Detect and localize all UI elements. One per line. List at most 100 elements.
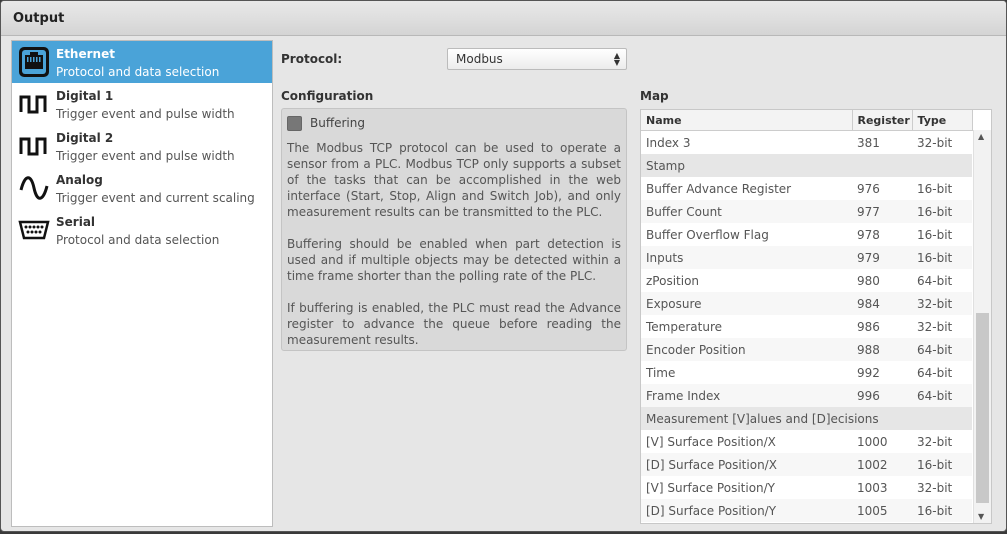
cell-name: Index 3 — [641, 130, 852, 154]
cell-name: Frame Index — [641, 384, 852, 407]
cell-type: 32-bit — [912, 476, 972, 499]
sidebar-item-label: Digital 1 — [56, 89, 114, 103]
sidebar-item-desc: Protocol and data selection — [56, 233, 220, 247]
cell-type: 32-bit — [912, 130, 972, 154]
cell-type: 64-bit — [912, 384, 972, 407]
cell-name: Temperature — [641, 315, 852, 338]
table-row[interactable]: [V] Surface Position/X 1000 32-bit — [641, 430, 972, 453]
cell-register: 992 — [852, 361, 912, 384]
cell-name: zPosition — [641, 269, 852, 292]
cell-register: 980 — [852, 269, 912, 292]
sidebar-item-serial[interactable]: Serial Protocol and data selection — [12, 209, 272, 251]
table-row[interactable]: Encoder Position 988 64-bit — [641, 338, 972, 361]
sidebar-item-desc: Trigger event and pulse width — [56, 107, 235, 121]
cell-name: Encoder Position — [641, 338, 852, 361]
map-table-container[interactable]: Name Register Type Index 3 381 32-bit Stamp… — [640, 109, 992, 524]
config-description-1: The Modbus TCP protocol can be used to o… — [287, 141, 621, 219]
cell-type: 16-bit — [912, 453, 972, 476]
column-header-name[interactable]: Name — [641, 110, 853, 131]
table-row[interactable]: Buffer Count 977 16-bit — [641, 200, 972, 223]
cell-type: 64-bit — [912, 338, 972, 361]
sidebar-item-analog[interactable]: Analog Trigger event and current scaling — [12, 167, 272, 209]
window-title: Output — [1, 1, 1006, 36]
cell-type: 64-bit — [912, 361, 972, 384]
buffering-label: Buffering — [310, 116, 365, 130]
cell-name: Inputs — [641, 246, 852, 269]
output-window: Output Ethernet Protocol and data select… — [0, 0, 1007, 532]
table-row[interactable]: Buffer Advance Register 976 16-bit — [641, 177, 972, 200]
sidebar-item-desc: Trigger event and current scaling — [56, 191, 255, 205]
map-title: Map — [640, 89, 669, 103]
table-row[interactable]: Inputs 979 16-bit — [641, 246, 972, 269]
cell-register: 977 — [852, 200, 912, 223]
cell-type: 16-bit — [912, 499, 972, 522]
table-row[interactable]: Exposure 984 32-bit — [641, 292, 972, 315]
map-table-body: Index 3 381 32-bit Stamp Buffer Advance Regi… — [641, 130, 972, 522]
map-scrollbar[interactable]: ▲ ▼ — [973, 130, 991, 523]
scroll-up-icon[interactable]: ▲ — [978, 132, 984, 141]
select-arrows-icon: ▲ ▼ — [613, 51, 620, 67]
cell-register: 1002 — [852, 453, 912, 476]
cell-register: 1003 — [852, 476, 912, 499]
configuration-title: Configuration — [281, 89, 374, 103]
sidebar-item-label: Digital 2 — [56, 131, 114, 145]
cell-name: [V] Surface Position/X — [641, 430, 852, 453]
config-description-2: Buffering should be enabled when part de… — [287, 237, 621, 283]
sidebar-item-label: Analog — [56, 173, 103, 187]
table-row[interactable]: Index 3 381 32-bit — [641, 130, 972, 154]
table-row[interactable]: Temperature 986 32-bit — [641, 315, 972, 338]
cell-name: Exposure — [641, 292, 852, 315]
buffering-checkbox[interactable] — [287, 115, 302, 131]
protocol-select-value: Modbus — [456, 52, 503, 66]
map-table: Name Register Type Index 3 381 32-bit Stamp… — [641, 110, 973, 522]
cell-register: 984 — [852, 292, 912, 315]
table-row[interactable]: Buffer Overflow Flag 978 16-bit — [641, 223, 972, 246]
cell-name: [D] Surface Position/Y — [641, 499, 852, 522]
sidebar-item-desc: Trigger event and pulse width — [56, 149, 235, 163]
group-label: Stamp — [641, 154, 972, 177]
cell-type: 16-bit — [912, 177, 972, 200]
serial-port-icon — [16, 212, 52, 248]
table-row[interactable]: [V] Surface Position/Y 1003 32-bit — [641, 476, 972, 499]
ethernet-icon — [16, 44, 52, 80]
column-header-register[interactable]: Register — [852, 110, 913, 131]
sidebar-item-digital-1[interactable]: Digital 1 Trigger event and pulse width — [12, 83, 272, 125]
cell-register: 1005 — [852, 499, 912, 522]
configuration-panel: Buffering The Modbus TCP protocol can be… — [281, 108, 627, 351]
sidebar-item-digital-2[interactable]: Digital 2 Trigger event and pulse width — [12, 125, 272, 167]
cell-register: 381 — [852, 130, 912, 154]
cell-register: 979 — [852, 246, 912, 269]
table-group-row[interactable]: Stamp — [641, 154, 972, 177]
scroll-down-icon[interactable]: ▼ — [978, 512, 984, 521]
group-label: Measurement [V]alues and [D]ecisions — [641, 407, 972, 430]
cell-type: 32-bit — [912, 430, 972, 453]
cell-register: 986 — [852, 315, 912, 338]
table-row[interactable]: [D] Surface Position/Y 1005 16-bit — [641, 499, 972, 522]
sidebar-item-label: Serial — [56, 215, 96, 229]
cell-type: 64-bit — [912, 269, 972, 292]
cell-type: 16-bit — [912, 246, 972, 269]
cell-register: 1000 — [852, 430, 912, 453]
cell-type: 16-bit — [912, 200, 972, 223]
cell-register: 976 — [852, 177, 912, 200]
pulse-icon — [16, 128, 52, 164]
table-row[interactable]: Frame Index 996 64-bit — [641, 384, 972, 407]
cell-type: 32-bit — [912, 315, 972, 338]
table-row[interactable]: zPosition 980 64-bit — [641, 269, 972, 292]
cell-name: [V] Surface Position/Y — [641, 476, 852, 499]
table-group-row[interactable]: Measurement [V]alues and [D]ecisions — [641, 407, 972, 430]
table-row[interactable]: Time 992 64-bit — [641, 361, 972, 384]
sidebar-item-desc: Protocol and data selection — [56, 65, 220, 79]
cell-name: Buffer Overflow Flag — [641, 223, 852, 246]
column-header-type[interactable]: Type — [912, 110, 973, 131]
protocol-label: Protocol: — [281, 52, 343, 66]
cell-register: 978 — [852, 223, 912, 246]
table-row[interactable]: [D] Surface Position/X 1002 16-bit — [641, 453, 972, 476]
cell-name: Buffer Count — [641, 200, 852, 223]
sine-wave-icon — [16, 170, 52, 206]
sidebar-item-ethernet[interactable]: Ethernet Protocol and data selection — [12, 41, 272, 83]
protocol-select[interactable]: Modbus ▲ ▼ — [447, 48, 627, 70]
cell-name: [D] Surface Position/X — [641, 453, 852, 476]
scrollbar-thumb[interactable] — [976, 313, 989, 503]
cell-type: 16-bit — [912, 223, 972, 246]
